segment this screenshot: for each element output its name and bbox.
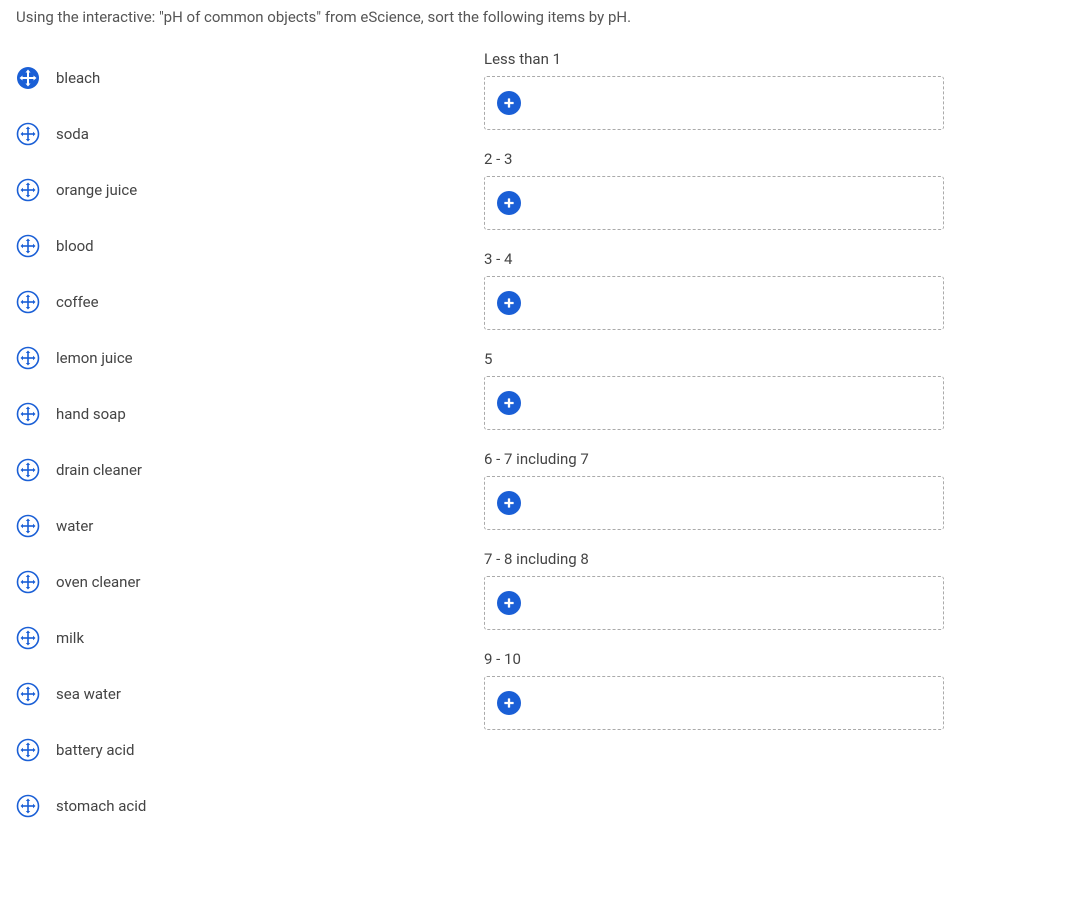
add-button[interactable] xyxy=(497,91,521,115)
move-icon[interactable] xyxy=(16,234,40,258)
category-block: Less than 1 xyxy=(484,50,944,130)
item-label: coffee xyxy=(56,293,99,311)
category-label: 5 xyxy=(484,350,944,368)
item-label: bleach xyxy=(56,69,100,87)
draggable-item[interactable]: oven cleaner xyxy=(16,554,436,610)
item-label: blood xyxy=(56,237,94,255)
category-block: 7 - 8 including 8 xyxy=(484,550,944,630)
item-label: lemon juice xyxy=(56,349,133,367)
add-button[interactable] xyxy=(497,491,521,515)
add-button[interactable] xyxy=(497,191,521,215)
move-icon[interactable] xyxy=(16,122,40,146)
move-icon[interactable] xyxy=(16,570,40,594)
item-label: soda xyxy=(56,125,89,143)
draggable-item[interactable]: battery acid xyxy=(16,722,436,778)
category-label: 7 - 8 including 8 xyxy=(484,550,944,568)
drop-zone[interactable] xyxy=(484,276,944,330)
category-label: 9 - 10 xyxy=(484,650,944,668)
item-label: drain cleaner xyxy=(56,461,142,479)
draggable-item[interactable]: drain cleaner xyxy=(16,442,436,498)
draggable-item[interactable]: milk xyxy=(16,610,436,666)
categories-column: Less than 1 2 - 3 3 - 4 5 6 - 7 includin… xyxy=(484,50,944,834)
question-prompt: Using the interactive: "pH of common obj… xyxy=(16,8,1061,26)
drop-zone[interactable] xyxy=(484,476,944,530)
category-block: 2 - 3 xyxy=(484,150,944,230)
drop-zone[interactable] xyxy=(484,676,944,730)
add-button[interactable] xyxy=(497,591,521,615)
item-label: orange juice xyxy=(56,181,137,199)
category-label: 6 - 7 including 7 xyxy=(484,450,944,468)
item-label: milk xyxy=(56,629,84,647)
drop-zone[interactable] xyxy=(484,376,944,430)
item-label: oven cleaner xyxy=(56,573,141,591)
move-icon[interactable] xyxy=(16,402,40,426)
move-icon[interactable] xyxy=(16,178,40,202)
item-label: stomach acid xyxy=(56,797,146,815)
items-column: bleach soda orange juice xyxy=(16,50,436,834)
drop-zone[interactable] xyxy=(484,76,944,130)
move-icon[interactable] xyxy=(16,290,40,314)
move-icon[interactable] xyxy=(16,626,40,650)
category-block: 9 - 10 xyxy=(484,650,944,730)
move-icon[interactable] xyxy=(16,66,40,90)
drop-zone[interactable] xyxy=(484,176,944,230)
draggable-item[interactable]: sea water xyxy=(16,666,436,722)
draggable-item[interactable]: stomach acid xyxy=(16,778,436,834)
sort-layout: bleach soda orange juice xyxy=(16,50,1061,834)
draggable-item[interactable]: bleach xyxy=(16,50,436,106)
draggable-item[interactable]: orange juice xyxy=(16,162,436,218)
draggable-item[interactable]: hand soap xyxy=(16,386,436,442)
item-label: sea water xyxy=(56,685,121,703)
item-label: hand soap xyxy=(56,405,126,423)
move-icon[interactable] xyxy=(16,514,40,538)
move-icon[interactable] xyxy=(16,458,40,482)
category-block: 3 - 4 xyxy=(484,250,944,330)
category-label: 2 - 3 xyxy=(484,150,944,168)
add-button[interactable] xyxy=(497,391,521,415)
category-label: 3 - 4 xyxy=(484,250,944,268)
category-block: 5 xyxy=(484,350,944,430)
draggable-item[interactable]: coffee xyxy=(16,274,436,330)
add-button[interactable] xyxy=(497,291,521,315)
item-label: battery acid xyxy=(56,741,135,759)
add-button[interactable] xyxy=(497,691,521,715)
draggable-item[interactable]: blood xyxy=(16,218,436,274)
drop-zone[interactable] xyxy=(484,576,944,630)
draggable-item[interactable]: soda xyxy=(16,106,436,162)
move-icon[interactable] xyxy=(16,682,40,706)
draggable-item[interactable]: lemon juice xyxy=(16,330,436,386)
draggable-item[interactable]: water xyxy=(16,498,436,554)
item-label: water xyxy=(56,517,93,535)
move-icon[interactable] xyxy=(16,794,40,818)
move-icon[interactable] xyxy=(16,346,40,370)
category-block: 6 - 7 including 7 xyxy=(484,450,944,530)
move-icon[interactable] xyxy=(16,738,40,762)
category-label: Less than 1 xyxy=(484,50,944,68)
